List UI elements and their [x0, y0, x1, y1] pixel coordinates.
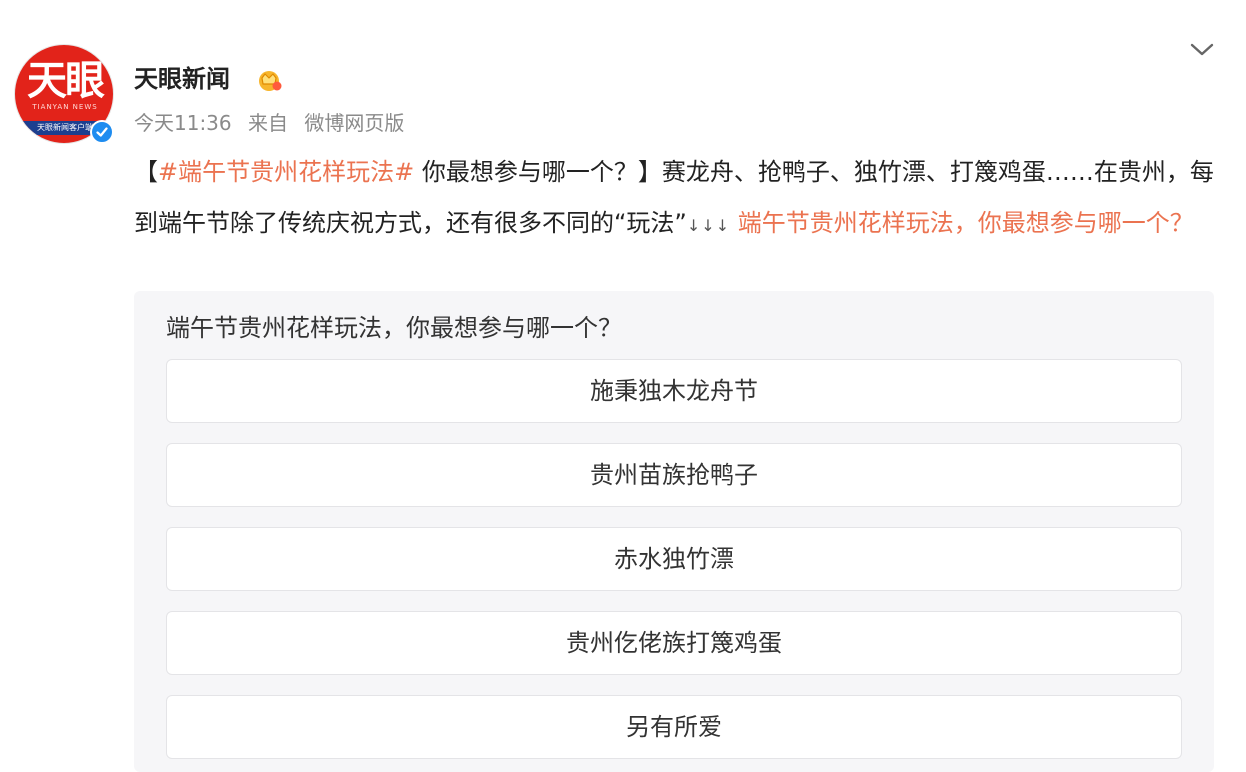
poll-card: 端午节贵州花样玩法，你最想参与哪一个？ 施秉独木龙舟节 贵州苗族抢鸭子 赤水独竹… [134, 291, 1214, 772]
poll-title: 端午节贵州花样玩法，你最想参与哪一个？ [166, 314, 622, 342]
poll-option[interactable]: 另有所爱 [166, 695, 1182, 759]
bracket-open: 【 [134, 158, 158, 186]
arrows-text: ↓↓↓ [686, 216, 731, 235]
poll-option[interactable]: 施秉独木龙舟节 [166, 359, 1182, 423]
poll-link[interactable]: 端午节贵州花样玩法，你最想参与哪一个？ [730, 209, 1194, 237]
poll-option[interactable]: 赤水独竹漂 [166, 527, 1182, 591]
weibo-post: 天眼 TIANYAN NEWS 天眼新闻客户端 天眼新闻 今天11:36 来自 … [0, 0, 1246, 772]
post-source[interactable]: 微博网页版 [304, 111, 404, 135]
poll-option[interactable]: 贵州苗族抢鸭子 [166, 443, 1182, 507]
verified-icon [90, 120, 114, 144]
topic-tag-link[interactable]: #端午节贵州花样玩法# [158, 158, 414, 186]
post-text: 【#端午节贵州花样玩法# 你最想参与哪一个？】赛龙舟、抢鸭子、独竹漂、打篾鸡蛋…… [134, 147, 1224, 251]
avatar-logo: 天眼 [27, 57, 105, 104]
chevron-down-icon[interactable] [1188, 38, 1216, 62]
avatar-subtext: TIANYAN NEWS [32, 103, 98, 111]
poll-options: 施秉独木龙舟节 贵州苗族抢鸭子 赤水独竹漂 贵州仡佬族打篾鸡蛋 另有所爱 [166, 359, 1182, 772]
poll-option[interactable]: 贵州仡佬族打篾鸡蛋 [166, 611, 1182, 675]
post-meta: 今天11:36 来自 微博网页版 [134, 109, 414, 137]
post-time[interactable]: 今天11:36 [134, 111, 232, 135]
source-prefix: 来自 [248, 111, 288, 135]
bracket-close: 】 [637, 158, 662, 186]
post-question: 你最想参与哪一个？ [414, 158, 638, 186]
author-name[interactable]: 天眼新闻 [134, 62, 230, 96]
crown-icon [259, 71, 282, 91]
